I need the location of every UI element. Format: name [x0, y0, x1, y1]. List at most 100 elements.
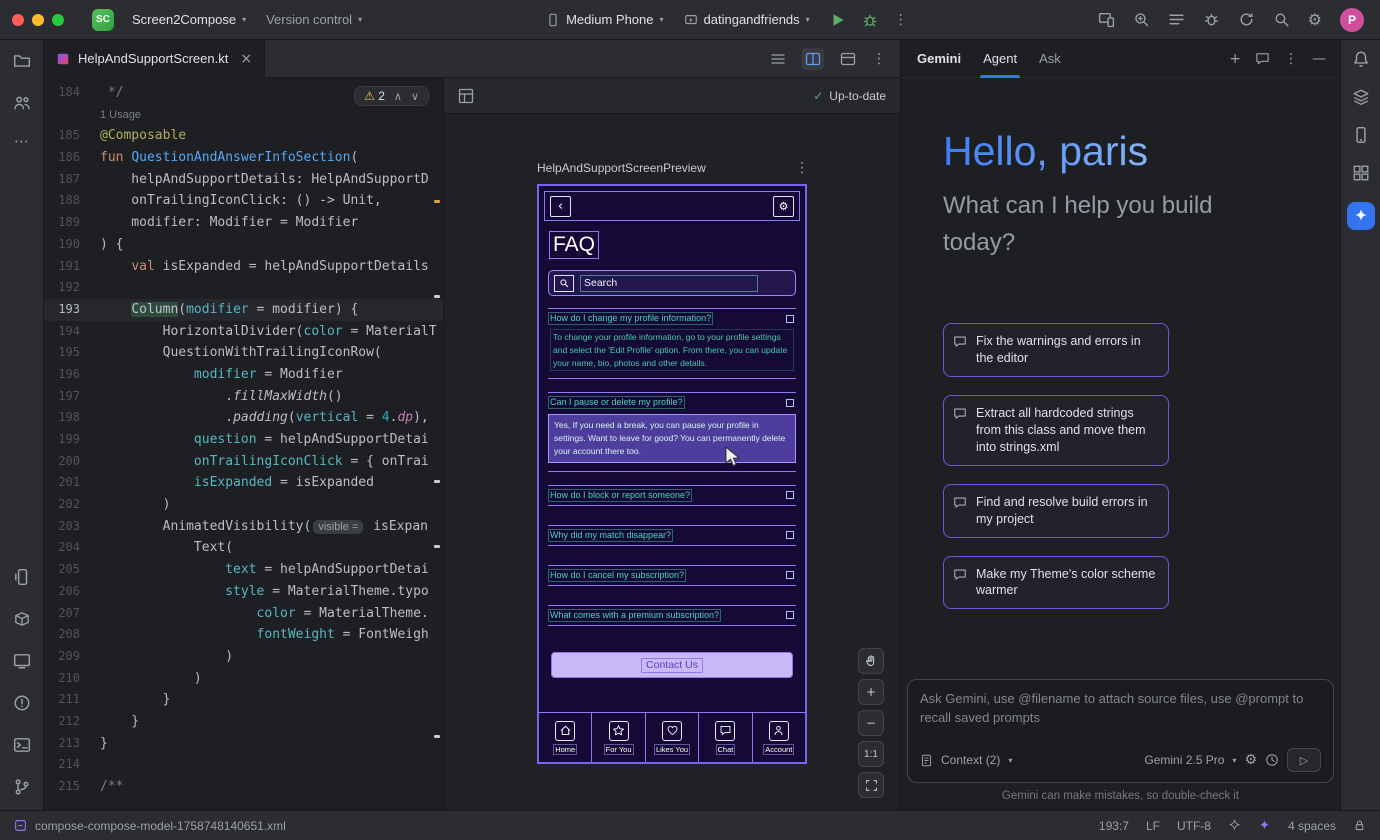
build-analyzer-icon[interactable] — [1203, 11, 1220, 28]
code-line[interactable]: 213} — [44, 733, 443, 755]
code-line[interactable]: 209 ) — [44, 646, 443, 668]
more-tool-windows-icon[interactable]: ⋯ — [14, 136, 29, 146]
inspection-widget[interactable]: ⚠ 2 ∧ ∨ — [354, 86, 429, 106]
line-separator[interactable]: LF — [1146, 819, 1160, 833]
code-line[interactable]: 194 HorizontalDivider(color = MaterialT — [44, 321, 443, 343]
debug-button[interactable] — [862, 12, 878, 28]
editor-list-icon[interactable] — [770, 51, 786, 67]
gemini-tool-button[interactable] — [1347, 202, 1375, 230]
stripe-mark[interactable] — [434, 735, 440, 738]
design-mode-icon[interactable] — [840, 51, 856, 67]
code-line[interactable]: 212 } — [44, 711, 443, 733]
package-explorer-icon[interactable] — [13, 610, 31, 628]
device-manager-icon[interactable] — [1352, 126, 1370, 144]
code-line[interactable]: 201 isExpanded = isExpanded — [44, 472, 443, 494]
code-editor[interactable]: ⚠ 2 ∧ ∨ 184 */1 Usage185@Composable186fu… — [44, 78, 443, 810]
code-line[interactable]: 208 fontWeight = FontWeigh — [44, 624, 443, 646]
problems-icon[interactable] — [13, 694, 31, 712]
preview-layout-icon[interactable] — [458, 88, 474, 104]
next-problem-icon[interactable]: ∨ — [411, 90, 419, 103]
notifications-bell-icon[interactable] — [1352, 50, 1370, 68]
user-avatar[interactable]: P — [1340, 8, 1364, 32]
project-folder-icon[interactable] — [13, 52, 31, 70]
zoom-in-button[interactable]: + — [858, 679, 884, 705]
code-line[interactable]: 191 val isExpanded = helpAndSupportDetai… — [44, 256, 443, 278]
code-line[interactable]: 186fun QuestionAndAnswerInfoSection( — [44, 147, 443, 169]
code-line[interactable]: 202 ) — [44, 494, 443, 516]
lock-icon[interactable] — [1353, 819, 1366, 832]
todo-list-icon[interactable] — [1168, 11, 1185, 28]
code-line[interactable]: 196 modifier = Modifier — [44, 364, 443, 386]
close-tab-icon[interactable]: × — [240, 51, 252, 67]
maximize-window-button[interactable] — [52, 14, 64, 26]
code-line[interactable]: 200 onTrailingIconClick = { onTrai — [44, 451, 443, 473]
code-line[interactable]: 190) { — [44, 234, 443, 256]
terminal-icon[interactable] — [13, 736, 31, 754]
stripe-mark[interactable] — [434, 545, 440, 548]
previous-problem-icon[interactable]: ∧ — [394, 90, 402, 103]
code-line[interactable]: 189 modifier: Modifier = Modifier — [44, 212, 443, 234]
hide-panel-icon[interactable]: — — [1312, 51, 1326, 67]
code-line[interactable]: 214 — [44, 754, 443, 776]
suggestion-card[interactable]: Make my Theme's color scheme warmer — [943, 556, 1169, 610]
code-line[interactable]: 210 ) — [44, 668, 443, 690]
code-line[interactable]: 211 } — [44, 689, 443, 711]
sync-project-icon[interactable] — [1238, 11, 1255, 28]
minimize-window-button[interactable] — [32, 14, 44, 26]
stripe-mark[interactable] — [434, 200, 440, 203]
zoom-out-button[interactable]: − — [858, 710, 884, 736]
code-line[interactable]: 188 onTrailingIconClick: () -> Unit, — [44, 190, 443, 212]
pan-tool-button[interactable] — [858, 648, 884, 674]
file-encoding[interactable]: UTF-8 — [1177, 819, 1211, 833]
tab-ask[interactable]: Ask — [1039, 40, 1061, 78]
indent-setting[interactable]: 4 spaces — [1288, 819, 1336, 833]
device-selector[interactable]: Medium Phone ▾ — [536, 6, 673, 34]
code-line[interactable]: 198 .padding(vertical = 4.dp), — [44, 407, 443, 429]
running-devices-icon[interactable] — [13, 568, 31, 586]
code-line[interactable]: 203 AnimatedVisibility(visible = isExpan — [44, 516, 443, 538]
code-line[interactable]: 1 Usage — [44, 104, 443, 126]
new-chat-icon[interactable]: + — [1229, 51, 1241, 67]
pull-requests-icon[interactable] — [13, 94, 31, 112]
stripe-mark[interactable] — [434, 480, 440, 483]
more-run-actions-button[interactable]: ⋮ — [894, 12, 908, 28]
caret-position[interactable]: 193:7 — [1099, 819, 1129, 833]
logcat-icon[interactable] — [13, 652, 31, 670]
context-selector[interactable]: Context (2) — [941, 753, 1000, 767]
code-line[interactable]: 199 question = helpAndSupportDetai — [44, 429, 443, 451]
send-prompt-button[interactable]: ▷ — [1287, 748, 1321, 772]
code-line[interactable]: 206 style = MaterialTheme.typo — [44, 581, 443, 603]
code-line[interactable]: 195 QuestionWithTrailingIconRow( — [44, 342, 443, 364]
tab-agent[interactable]: Agent — [983, 40, 1017, 78]
run-button[interactable] — [830, 12, 846, 28]
ai-autocomplete-icon[interactable] — [1258, 819, 1271, 832]
editor-scroll-stripe[interactable] — [433, 78, 441, 810]
zoom-reset-button[interactable]: 1:1 — [858, 741, 884, 767]
close-window-button[interactable] — [12, 14, 24, 26]
chat-history-icon[interactable] — [1255, 51, 1270, 66]
history-icon[interactable] — [1265, 753, 1279, 767]
code-line[interactable]: 193 Column(modifier = modifier) { — [44, 299, 443, 321]
git-branch-icon[interactable] — [13, 778, 31, 796]
project-selector[interactable]: Screen2Compose ▾ — [122, 6, 256, 34]
code-line[interactable]: 205 text = helpAndSupportDetai — [44, 559, 443, 581]
suggestion-card[interactable]: Find and resolve build errors in my proj… — [943, 484, 1169, 538]
model-selector[interactable]: Gemini 2.5 Pro — [1144, 753, 1224, 767]
code-line[interactable]: 185@Composable — [44, 125, 443, 147]
gemini-status-icon[interactable] — [1228, 819, 1241, 832]
code-line[interactable]: 192 — [44, 277, 443, 299]
code-line[interactable]: 197 .fillMaxWidth() — [44, 386, 443, 408]
structure-layers-icon[interactable] — [1352, 88, 1370, 106]
gemini-settings-icon[interactable]: ⚙ — [1244, 752, 1257, 768]
file-tab[interactable]: HelpAndSupportScreen.kt × — [44, 40, 265, 78]
code-line[interactable]: 215/** — [44, 776, 443, 798]
search-icon[interactable] — [1273, 11, 1290, 28]
run-configuration-selector[interactable]: datingandfriends ▾ — [674, 6, 820, 34]
editor-options-icon[interactable]: ⋮ — [872, 51, 886, 67]
device-mirroring-icon[interactable] — [1098, 11, 1115, 28]
ai-code-review-icon[interactable] — [1133, 11, 1150, 28]
preview-canvas[interactable]: HelpAndSupportScreenPreview ⋮ ‹ ⚙ FAQ — [444, 114, 900, 810]
code-line[interactable]: 207 color = MaterialTheme. — [44, 603, 443, 625]
suggestion-card[interactable]: Fix the warnings and errors in the edito… — [943, 323, 1169, 377]
stripe-mark[interactable] — [434, 295, 440, 298]
